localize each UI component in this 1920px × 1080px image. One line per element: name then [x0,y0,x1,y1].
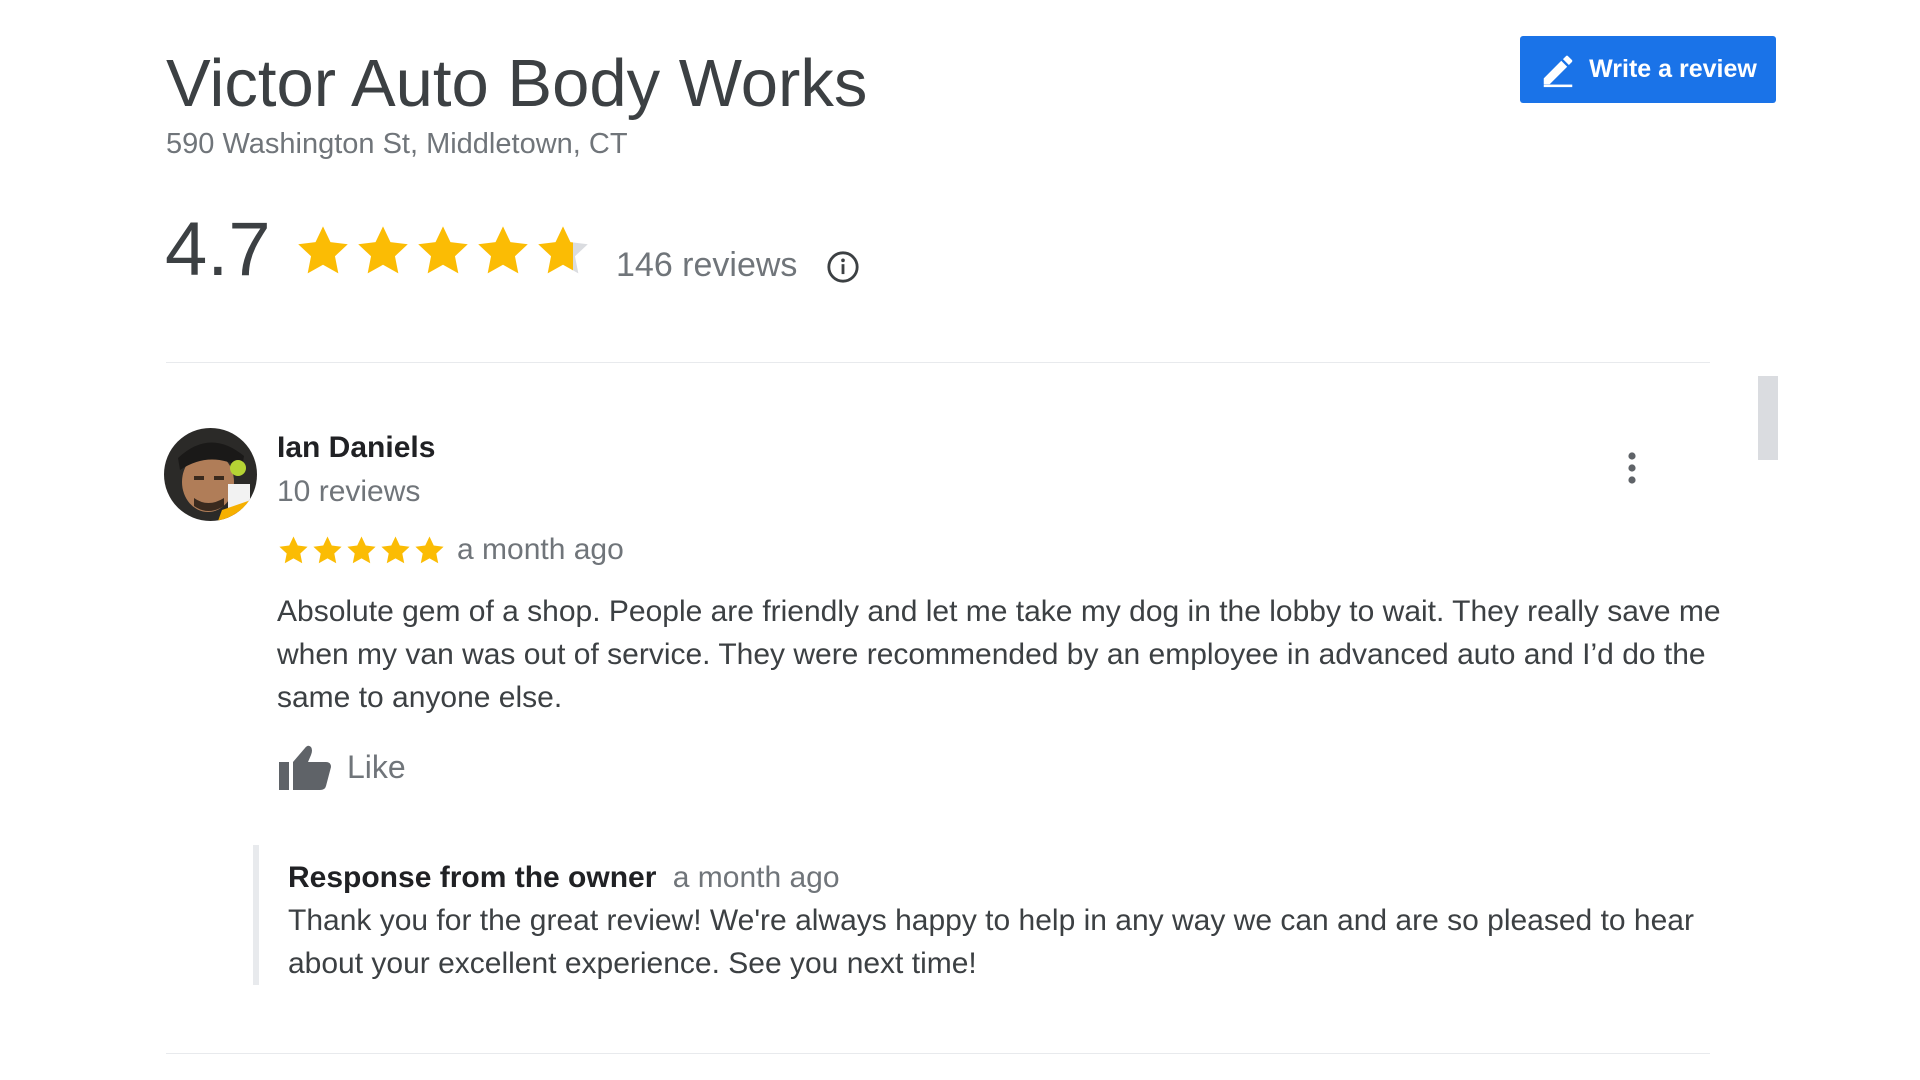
write-review-label: Write a review [1589,55,1757,83]
scrollbar-thumb[interactable] [1758,376,1778,460]
star-icon [347,536,376,564]
write-review-button[interactable]: Write a review [1520,36,1776,103]
divider [166,362,1710,363]
pencil-icon [1543,55,1573,87]
star-icon [415,536,444,564]
owner-response-header: Response from the owner a month ago [288,860,840,896]
overall-star-rating [294,222,592,280]
review-text: Absolute gem of a shop. People are frien… [277,595,1721,714]
star-icon [418,226,468,274]
business-address: 590 Washington St, Middletown, CT [166,128,628,160]
star-icon [381,536,410,564]
owner-response-title: Response from the owner [288,861,657,894]
more-vert-icon[interactable] [1617,448,1647,488]
star-icon [478,226,528,274]
star-icon [298,226,348,274]
star-icon [279,536,308,564]
reviewer-review-count: 10 reviews [277,475,421,508]
star-icon [313,536,342,564]
like-button[interactable]: Like [277,742,406,792]
review-date: a month ago [457,533,624,566]
reviewer-name[interactable]: Ian Daniels [277,430,435,466]
star-icon [538,226,588,274]
owner-response-date: a month ago [672,861,840,894]
star-icon [358,226,408,274]
info-icon[interactable] [826,250,860,284]
review-star-rating [277,534,446,567]
reviewer-avatar[interactable] [164,428,257,521]
business-name: Victor Auto Body Works [166,46,868,121]
thumbs-up-icon [279,745,331,790]
total-review-count: 146 reviews [616,246,798,284]
owner-response-text: Thank you for the great review! We're al… [288,904,1694,980]
like-label: Like [347,748,406,785]
overall-rating: 4.7 [165,207,271,292]
divider [166,1053,1710,1054]
